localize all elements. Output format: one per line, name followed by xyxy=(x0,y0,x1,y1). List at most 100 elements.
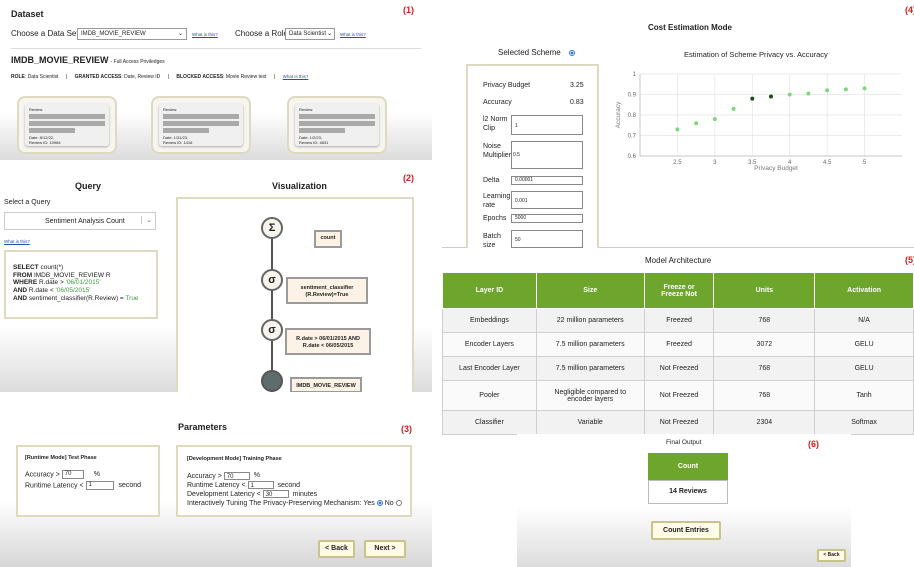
table-node-icon[interactable] xyxy=(261,370,283,392)
role-select[interactable]: Data Scientist ⌄ xyxy=(285,28,335,40)
accuracy-label: Accuracy > xyxy=(25,471,60,479)
second-label: second xyxy=(277,481,301,489)
learning-rate-label: Learning rate xyxy=(483,193,511,209)
dev-runtime-latency-input[interactable]: 1 xyxy=(247,480,274,489)
review-date: Date: 1/31/23, xyxy=(163,135,189,140)
redacted-text xyxy=(299,114,375,119)
query-panel: (2) Query Visualization Select a Query S… xyxy=(0,170,432,392)
privacy-accuracy-chart: 0.60.70.80.912.5 3 3.5 4 4.5 5Privacy BudgetA… xyxy=(615,72,902,172)
l2-norm-input[interactable]: 1 xyxy=(511,115,583,135)
what-is-this-link[interactable]: What is this? xyxy=(283,74,309,79)
panel-tag-2: (2) xyxy=(403,173,414,183)
choose-role-label: Choose a Role xyxy=(235,29,288,38)
what-is-this-link[interactable]: What is this? xyxy=(4,239,30,244)
percent-label: % xyxy=(93,471,100,479)
data-point xyxy=(731,106,736,111)
review-card[interactable]: Review: Date: 1/31/23, Review ID: 1416 xyxy=(151,96,251,154)
panel-tag-1: (1) xyxy=(403,5,414,15)
review-card[interactable]: Review: Date: 8/12/22, Review ID: 10984 xyxy=(17,96,117,154)
redacted-text xyxy=(163,114,239,119)
runtime-accuracy-input[interactable]: 70 xyxy=(61,470,84,479)
chart-title: Estimation of Scheme Privacy vs. Accurac… xyxy=(684,50,828,59)
role-label: ROLE xyxy=(11,74,25,80)
column-header: Size xyxy=(535,272,645,309)
table-row: Pooler Negligible compared to encoder lay… xyxy=(442,380,914,411)
batch-size-input[interactable]: 50 xyxy=(511,230,583,248)
dev-accuracy-input[interactable]: 70 xyxy=(223,471,250,480)
delta-input[interactable]: 0.00001 xyxy=(511,176,583,185)
review-id: Review ID: 1416 xyxy=(163,140,193,145)
table-row: Embeddings 22 million parameters Freezed 76… xyxy=(442,308,914,333)
next-button[interactable]: Next > xyxy=(364,540,406,558)
role-value: : Data Scientist xyxy=(24,74,59,80)
blocked-label: BLOCKED ACCESS xyxy=(176,74,224,80)
model-architecture-table: Layer ID Size Freeze or Freeze Not Units… xyxy=(442,272,914,435)
epochs-input[interactable]: 5000 xyxy=(511,214,583,223)
query-plan-visualization: Σ count σ sentiment_classifier (R.Review… xyxy=(176,197,414,392)
column-header: Layer ID xyxy=(442,272,537,309)
no-radio[interactable] xyxy=(395,499,402,506)
cost-estimation-panel: (4) Cost Estimation Mode Selected Scheme… xyxy=(442,5,914,249)
batch-size-label: Batch size xyxy=(483,233,501,249)
sql-line: FROM IMDB_MOVIE_REVIEW R xyxy=(13,271,111,279)
classifier-text: (R.Review)=True xyxy=(305,292,349,298)
selection-node-icon[interactable]: σ xyxy=(261,269,283,291)
second-label: second xyxy=(118,482,142,490)
y-axis-label: Accuracy xyxy=(615,101,622,128)
query-select[interactable]: Sentiment Analysis Count ⌄ xyxy=(4,212,156,230)
yes-label: Yes xyxy=(363,499,375,507)
selected-radio[interactable] xyxy=(568,49,575,56)
parameters-title: Parameters xyxy=(178,422,228,432)
data-point xyxy=(769,94,773,99)
runtime-mode-title: [Runtime Mode] Test Phase xyxy=(25,455,97,461)
model-architecture-panel: (5) Model Architecture Layer ID Size Fre… xyxy=(442,252,914,435)
accuracy-label: Accuracy > xyxy=(187,472,222,480)
final-output-panel: Final Output (6) Count 14 Reviews Count … xyxy=(517,434,851,567)
back-button[interactable]: < Back xyxy=(817,549,846,562)
x-axis-label: Privacy Budget xyxy=(754,165,798,172)
table-row: Encoder Layers 7.5 million parameters Free… xyxy=(442,332,914,357)
back-button[interactable]: < Back xyxy=(318,540,355,558)
review-id: Review ID: 4831 xyxy=(299,140,329,145)
data-point xyxy=(862,86,867,91)
x-tick-label: 2.5 xyxy=(673,160,682,166)
dataset-select[interactable]: IMDB_MOVIE_REVIEW ⌄ xyxy=(77,28,187,40)
review-date: Date: 1/2/23, xyxy=(299,135,322,140)
development-mode-title: [Development Mode] Training Phase xyxy=(187,456,282,462)
data-point xyxy=(806,91,811,96)
aggregate-node-icon[interactable]: Σ xyxy=(261,217,283,239)
selection-node-icon[interactable]: σ xyxy=(261,319,283,341)
what-is-this-link[interactable]: What is this? xyxy=(340,32,366,37)
dev-latency-input[interactable]: 30 xyxy=(262,490,289,499)
runtime-latency-input[interactable]: 1 xyxy=(85,481,114,490)
date-filter-text: R.date > 06/01/2015 AND xyxy=(296,336,360,342)
yes-radio[interactable] xyxy=(376,499,383,506)
panel-tag-3: (3) xyxy=(401,424,412,434)
review-title: Review: xyxy=(299,107,314,112)
column-header: Freeze or Freeze Not xyxy=(643,272,715,309)
count-entries-button[interactable]: Count Entries xyxy=(651,521,721,540)
count-header: Count xyxy=(648,453,728,480)
learning-rate-input[interactable]: 0.001 xyxy=(511,191,583,209)
data-point xyxy=(843,87,848,92)
review-card[interactable]: Review: Date: 1/2/23, Review ID: 4831 xyxy=(287,96,387,154)
accuracy-value: 0.83 xyxy=(570,99,584,106)
x-tick-label: 5 xyxy=(863,160,867,166)
column-header: Activation xyxy=(814,272,914,309)
data-point xyxy=(825,88,830,93)
model-architecture-title: Model Architecture xyxy=(645,256,712,265)
date-filter-box: R.date > 06/01/2015 AND R.date < 06/05/2… xyxy=(285,328,371,355)
cost-estimation-title: Cost Estimation Mode xyxy=(648,23,733,32)
count-value: 14 Reviews xyxy=(648,480,728,504)
what-is-this-link[interactable]: What is this? xyxy=(192,32,218,37)
dataset-select-value: IMDB_MOVIE_REVIEW xyxy=(81,31,146,37)
table-header-row: Layer ID Size Freeze or Freeze Not Units… xyxy=(442,272,914,309)
y-tick-label: 1 xyxy=(633,72,637,78)
review-id: Review ID: 10984 xyxy=(29,140,61,145)
date-filter-text: R.date < 06/05/2015 xyxy=(302,343,354,349)
noise-multiplier-input[interactable]: 0.5 xyxy=(511,141,583,169)
plan-edge xyxy=(271,229,273,392)
development-mode-box: [Development Mode] Training Phase Accura… xyxy=(176,445,412,517)
sql-line: AND R.date < '06/05/2015' xyxy=(13,287,91,295)
scheme-config-box: Privacy Budget 3.25 Accuracy 0.83 l2 Nor… xyxy=(466,64,599,249)
